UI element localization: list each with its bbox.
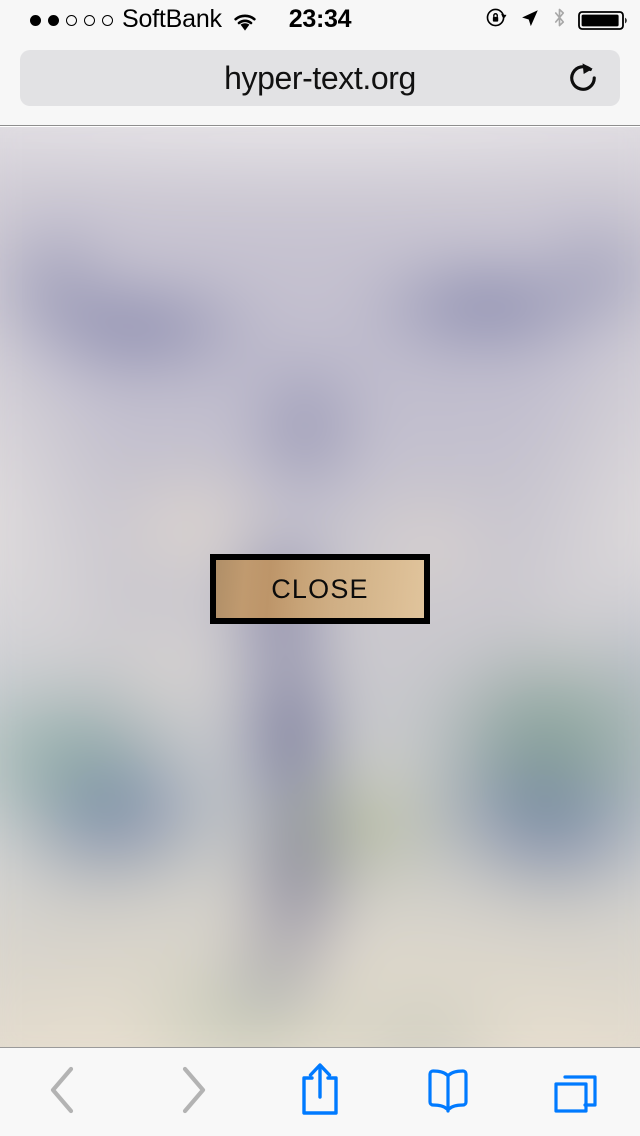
share-icon	[296, 1061, 344, 1124]
tabs-button[interactable]	[512, 1048, 640, 1136]
url-text: hyper-text.org	[224, 60, 416, 96]
browser-top-bar: hyper-text.org	[0, 40, 640, 126]
close-button[interactable]: CLOSE	[210, 554, 430, 624]
chevron-right-icon	[172, 1062, 212, 1123]
battery-icon	[578, 8, 630, 32]
location-arrow-icon	[519, 7, 541, 34]
reload-icon[interactable]	[560, 55, 606, 101]
tabs-icon	[550, 1064, 602, 1121]
bluetooth-icon	[552, 6, 567, 34]
close-button-label: CLOSE	[271, 573, 369, 604]
forward-button[interactable]	[128, 1048, 256, 1136]
url-bar[interactable]: hyper-text.org	[20, 50, 620, 106]
status-bar-clock: 23:34	[288, 4, 352, 33]
status-bar-right	[485, 0, 630, 40]
phone-screen: SoftBank 23:34 hyper-text.org CLOSE	[0, 0, 640, 1136]
book-icon	[422, 1066, 474, 1119]
chevron-left-icon	[44, 1062, 84, 1123]
browser-bottom-toolbar	[0, 1048, 640, 1136]
bookmarks-button[interactable]	[384, 1048, 512, 1136]
rotation-lock-icon	[485, 6, 508, 34]
back-button[interactable]	[0, 1048, 128, 1136]
share-button[interactable]	[256, 1048, 384, 1136]
status-bar: SoftBank 23:34	[0, 0, 640, 40]
